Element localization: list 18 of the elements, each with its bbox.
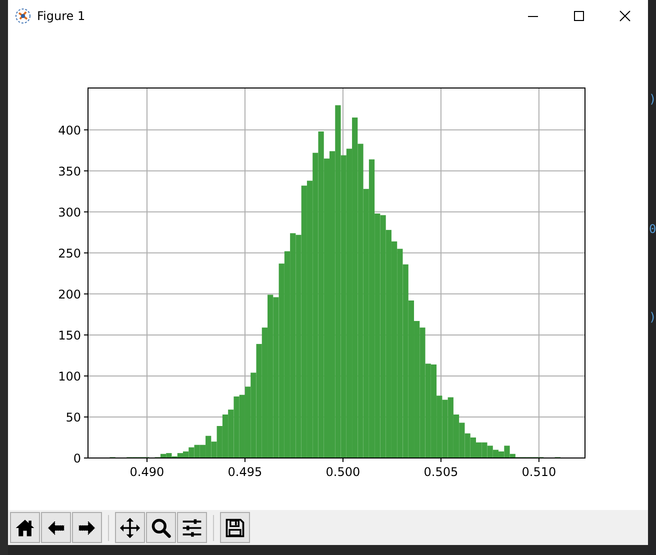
tick-label: 0.495 xyxy=(228,465,262,479)
tick-label: 50 xyxy=(66,410,81,424)
tick-label: 400 xyxy=(58,123,81,138)
tick-label: 0.490 xyxy=(130,465,164,479)
tick-label: 250 xyxy=(58,246,81,260)
tick-label: 100 xyxy=(58,369,81,384)
tick-label: 150 xyxy=(58,328,81,342)
tick-label: 0 xyxy=(73,452,81,466)
tick-label: 350 xyxy=(58,164,81,178)
tick-label: 200 xyxy=(58,287,81,302)
code-fragment: ) xyxy=(649,310,656,324)
code-fragment: ) xyxy=(649,92,656,106)
tick-label: 0.510 xyxy=(522,465,556,479)
window-title: Figure 1 xyxy=(37,9,86,23)
tick-label: 300 xyxy=(58,205,81,220)
tick-label: 0.500 xyxy=(326,465,360,479)
tick-label: 0.505 xyxy=(424,465,458,479)
code-fragment: 0 xyxy=(649,222,656,236)
